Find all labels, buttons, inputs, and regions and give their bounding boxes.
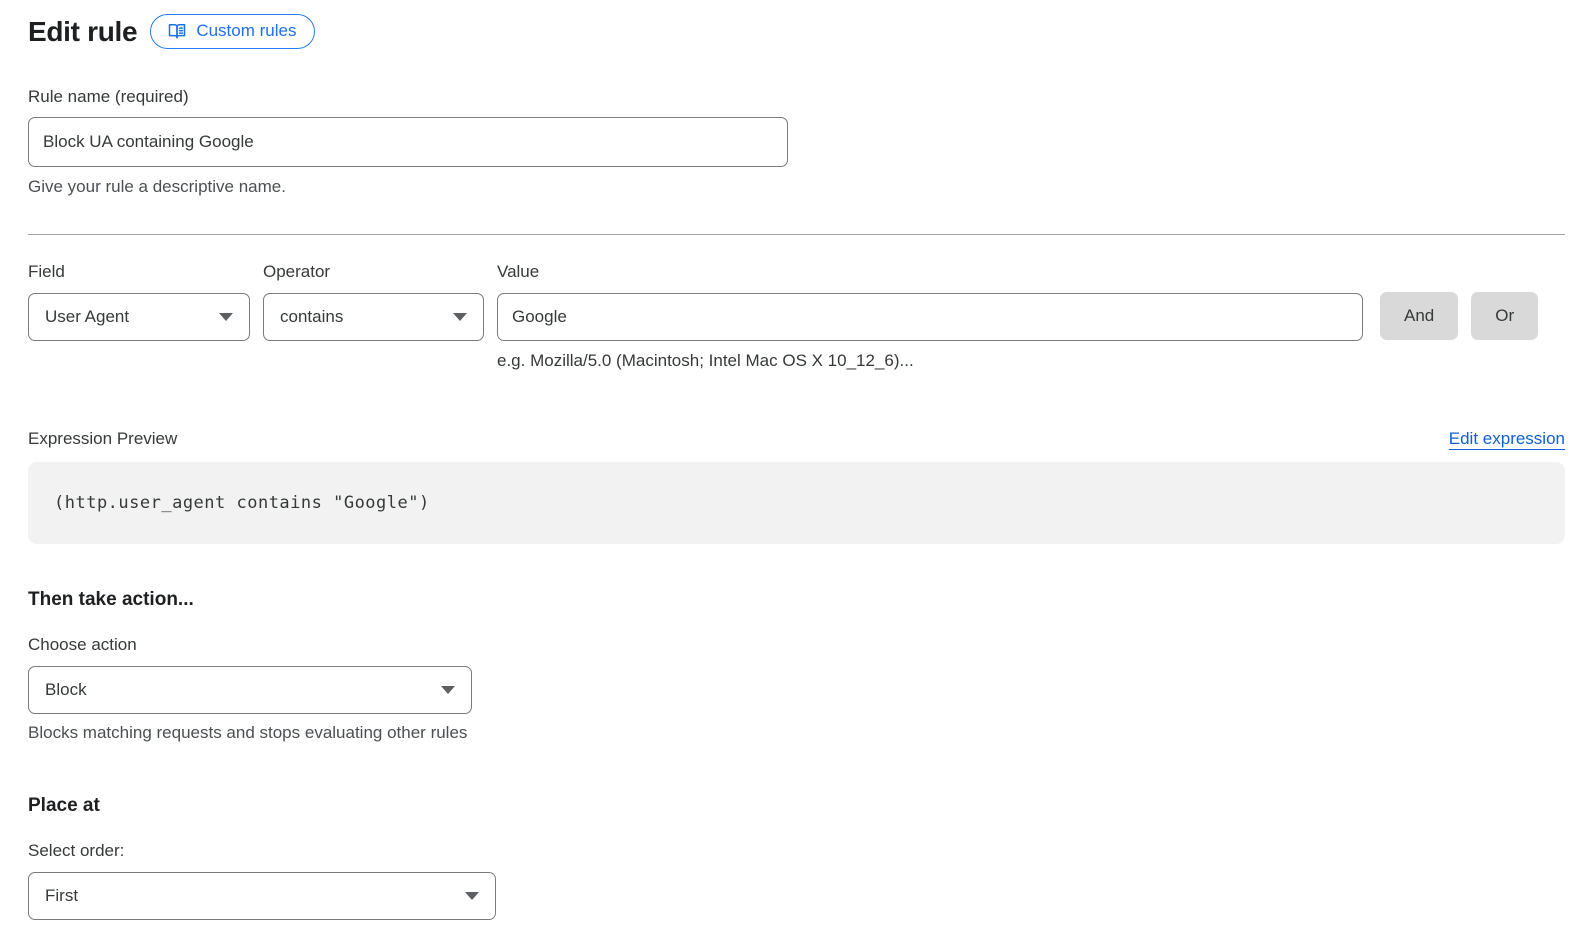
select-order-label: Select order: (28, 841, 1565, 861)
operator-select[interactable]: contains (263, 293, 484, 341)
edit-rule-page: Edit rule Custom rules Rule name (requir… (28, 0, 1565, 920)
chevron-down-icon (453, 313, 467, 321)
value-column: Value e.g. Mozilla/5.0 (Macintosh; Intel… (497, 262, 1363, 371)
operator-selected-value: contains (280, 307, 343, 327)
value-help-text: e.g. Mozilla/5.0 (Macintosh; Intel Mac O… (497, 351, 1363, 371)
order-selected-value: First (45, 886, 78, 906)
section-divider (28, 234, 1565, 235)
chevron-down-icon (441, 686, 455, 694)
field-selected-value: User Agent (45, 307, 129, 327)
page-title: Edit rule (28, 16, 137, 48)
operator-label: Operator (263, 262, 484, 282)
field-select[interactable]: User Agent (28, 293, 250, 341)
rule-name-label: Rule name (required) (28, 87, 1565, 107)
expression-code-text: (http.user_agent contains "Google") (54, 493, 430, 513)
custom-rules-badge-label: Custom rules (196, 21, 296, 41)
condition-builder-row: Field User Agent Operator contains Value… (28, 262, 1565, 371)
expression-preview-label: Expression Preview (28, 429, 177, 449)
value-label: Value (497, 262, 1363, 282)
chevron-down-icon (465, 892, 479, 900)
edit-expression-link[interactable]: Edit expression (1449, 429, 1565, 449)
value-input[interactable] (497, 293, 1363, 341)
rule-name-input[interactable] (28, 117, 788, 167)
order-select[interactable]: First (28, 872, 496, 920)
operator-column: Operator contains (263, 262, 484, 341)
action-select[interactable]: Block (28, 666, 472, 714)
or-button[interactable]: Or (1471, 292, 1538, 340)
place-at-heading: Place at (28, 795, 1565, 817)
choose-action-label: Choose action (28, 635, 1565, 655)
book-open-icon (167, 21, 187, 41)
rule-name-help-text: Give your rule a descriptive name. (28, 177, 1565, 197)
field-column: Field User Agent (28, 262, 250, 341)
logic-buttons-group: And Or (1380, 292, 1538, 340)
action-help-text: Blocks matching requests and stops evalu… (28, 723, 1565, 743)
field-label: Field (28, 262, 250, 282)
action-selected-value: Block (45, 680, 87, 700)
chevron-down-icon (219, 313, 233, 321)
expression-code-block: (http.user_agent contains "Google") (28, 462, 1565, 544)
page-header: Edit rule Custom rules (28, 14, 1565, 49)
and-button[interactable]: And (1380, 292, 1458, 340)
expression-preview-row: Expression Preview Edit expression (28, 429, 1565, 449)
take-action-heading: Then take action... (28, 589, 1565, 611)
custom-rules-badge-button[interactable]: Custom rules (150, 14, 315, 49)
